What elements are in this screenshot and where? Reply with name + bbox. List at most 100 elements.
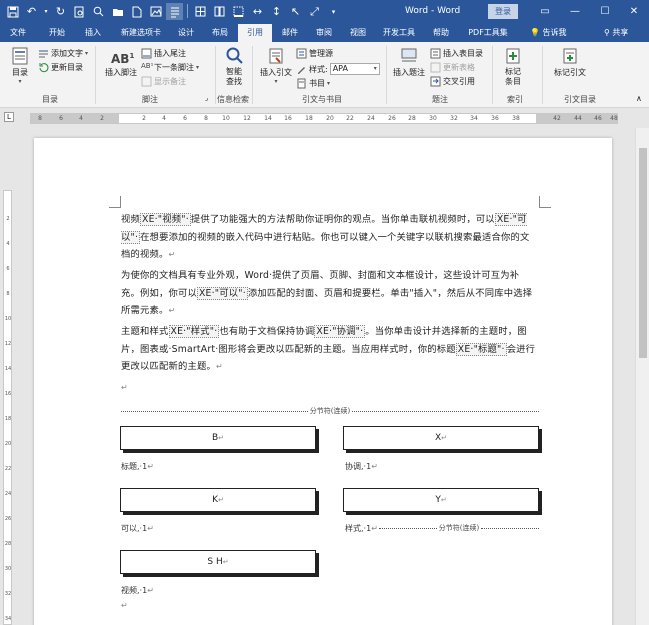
bibliography-label: 书目 bbox=[309, 79, 325, 88]
chevron-down-icon: ▾ bbox=[373, 65, 377, 72]
tab-new[interactable]: 新建选项卡 bbox=[112, 24, 170, 42]
tab-references[interactable]: 引用 bbox=[238, 24, 272, 42]
columns-icon[interactable] bbox=[211, 3, 228, 20]
document-page[interactable]: 视频 XE·"视频"· 提供了功能强大的方法帮助你证明你的观点。当你单击联机视频时，… bbox=[34, 138, 612, 625]
vertical-scrollbar[interactable] bbox=[635, 128, 649, 625]
open-icon[interactable] bbox=[109, 3, 126, 20]
cross-reference-button[interactable]: 交叉引用 bbox=[430, 76, 475, 87]
redo-icon[interactable]: ↻ bbox=[52, 3, 69, 20]
index-heading-box[interactable]: S H↵ bbox=[120, 550, 316, 574]
dialog-launcher-icon[interactable]: ⌟ bbox=[205, 94, 208, 102]
print-preview-icon[interactable] bbox=[71, 3, 88, 20]
mark-citation-button[interactable]: 标记引文 bbox=[552, 46, 588, 78]
format-icon[interactable] bbox=[166, 3, 183, 20]
ruler-number: 26 bbox=[4, 516, 12, 522]
width-icon[interactable]: ↔ bbox=[249, 3, 266, 20]
group-label-toa: 引文目录 bbox=[564, 95, 596, 104]
close-icon[interactable]: ✕ bbox=[619, 0, 649, 24]
customize-qat-icon[interactable]: ▾ bbox=[325, 3, 342, 20]
tab-file[interactable]: 文件 bbox=[3, 24, 33, 42]
tab-insert[interactable]: 插入 bbox=[76, 24, 110, 42]
ruler-number: 2 bbox=[6, 216, 10, 222]
bibliography-icon bbox=[297, 78, 306, 89]
toc-button[interactable]: 目录 ▾ bbox=[6, 46, 34, 85]
mark-citation-label: 标记引文 bbox=[554, 68, 586, 77]
ruler-number: 10 bbox=[4, 316, 12, 322]
save-icon[interactable] bbox=[4, 3, 21, 20]
manage-sources-button[interactable]: 管理源 bbox=[296, 48, 333, 59]
tab-stop-selector[interactable]: L bbox=[4, 112, 14, 122]
tab-help[interactable]: 帮助 bbox=[424, 24, 458, 42]
gallery-icon[interactable] bbox=[147, 3, 164, 20]
tab-design[interactable]: 设计 bbox=[170, 24, 202, 42]
index-heading-box[interactable]: K↵ bbox=[120, 488, 316, 512]
paragraph-3[interactable]: 主题和样式 XE·"样式"· 也有助于文档保持协调 XE·"协调"· 。当你单击设计并选… bbox=[121, 323, 536, 376]
paragraph-1[interactable]: 视频 XE·"视频"· 提供了功能强大的方法帮助你证明你的观点。当你单击联机视频时，… bbox=[121, 211, 536, 264]
paragraph-mark: ↵ bbox=[371, 462, 378, 471]
update-table-button[interactable]: 更新表格 bbox=[430, 62, 475, 73]
minimize-icon[interactable]: — bbox=[560, 0, 590, 24]
insert-citation-button[interactable]: 插入引文 ▾ bbox=[258, 46, 294, 85]
undo-dropdown-icon[interactable]: ▾ bbox=[42, 3, 50, 20]
paragraph-2[interactable]: 为使你的文档具有专业外观，Word·提供了页眉、页脚、封面和文本框设计，这些设计… bbox=[121, 267, 536, 320]
ruler-number: 4 bbox=[6, 241, 10, 247]
insert-footnote-button[interactable]: AB1 插入脚注 bbox=[103, 46, 139, 78]
ribbon-display-options-icon[interactable]: ▭ bbox=[530, 0, 560, 24]
ruler-number: 6 bbox=[6, 266, 10, 272]
add-text-button[interactable]: 添加文字 ▾ bbox=[38, 48, 88, 59]
ruler-number: 14 bbox=[264, 115, 272, 122]
insert-table-of-figures-button[interactable]: 插入表目录 bbox=[430, 48, 483, 59]
insert-footnote-label: 插入脚注 bbox=[105, 68, 137, 77]
index-heading-box[interactable]: B↵ bbox=[120, 426, 316, 450]
paragraph-mark: ↵ bbox=[121, 601, 128, 610]
height-icon[interactable]: ↕ bbox=[268, 3, 285, 20]
login-button[interactable]: 登录 bbox=[488, 4, 518, 19]
border-icon[interactable] bbox=[230, 3, 247, 20]
tab-mailings[interactable]: 邮件 bbox=[274, 24, 306, 42]
add-text-label: 添加文字 bbox=[51, 49, 83, 58]
find-icon[interactable] bbox=[90, 3, 107, 20]
resize-icon[interactable]: ⤢ bbox=[306, 3, 323, 20]
insert-endnote-button[interactable]: 插入尾注 bbox=[141, 48, 186, 59]
new-doc-icon[interactable] bbox=[128, 3, 145, 20]
ruler-number: 34 bbox=[470, 115, 478, 122]
undo-icon[interactable]: ↶ bbox=[23, 3, 40, 20]
scrollbar-thumb[interactable] bbox=[639, 148, 647, 358]
tab-view[interactable]: 视图 bbox=[342, 24, 374, 42]
paragraph-mark: ↵ bbox=[218, 496, 224, 504]
maximize-icon[interactable]: ☐ bbox=[590, 0, 620, 24]
index-heading-box[interactable]: Y↵ bbox=[343, 488, 539, 512]
tab-layout[interactable]: 布局 bbox=[204, 24, 236, 42]
tab-review[interactable]: 审阅 bbox=[308, 24, 340, 42]
mark-entry-button[interactable]: 标记条目 bbox=[498, 46, 528, 87]
table-icon[interactable] bbox=[192, 3, 209, 20]
tab-home[interactable]: 开始 bbox=[40, 24, 74, 42]
ruler-number: 44 bbox=[574, 115, 582, 122]
horizontal-ruler[interactable]: L 8 6 4 2 2 4 6 8 10 12 14 16 18 20 22 2… bbox=[0, 108, 649, 128]
ruler-number: 8 bbox=[204, 115, 208, 122]
tab-developer[interactable]: 开发工具 bbox=[376, 24, 422, 42]
collapse-ribbon-icon[interactable]: ∧ bbox=[636, 94, 642, 103]
smart-lookup-button[interactable]: 智能查找 bbox=[219, 46, 249, 87]
share-button[interactable]: ⚲ 共享 bbox=[604, 24, 628, 42]
section-break-line bbox=[481, 527, 539, 529]
index-entry-text: 样式,·1 bbox=[345, 524, 372, 533]
paragraph-mark: ↵ bbox=[222, 558, 229, 566]
group-label-citations: 引文与书目 bbox=[302, 95, 342, 104]
index-heading-box[interactable]: X↵ bbox=[343, 426, 539, 450]
select-icon[interactable]: ↖ bbox=[287, 3, 304, 20]
manage-sources-icon bbox=[296, 48, 307, 59]
vertical-ruler[interactable]: 2 4 6 8 10 12 14 16 18 20 22 24 26 28 30… bbox=[0, 130, 14, 625]
tell-me-search[interactable]: 💡 告诉我 bbox=[530, 24, 567, 42]
tell-me-label: 告诉我 bbox=[542, 28, 567, 37]
insert-caption-button[interactable]: 插入题注 bbox=[390, 46, 428, 78]
ruler-number: 22 bbox=[4, 466, 12, 472]
style-dropdown[interactable]: APA ▾ bbox=[329, 63, 380, 75]
group-label-toc: 目录 bbox=[42, 95, 58, 104]
tab-pdf-tools[interactable]: PDF工具集 bbox=[460, 24, 516, 42]
update-toc-button[interactable]: 更新目录 bbox=[38, 62, 83, 73]
show-notes-button[interactable]: 显示备注 bbox=[141, 76, 186, 87]
bibliography-button[interactable]: 书目 ▾ bbox=[296, 78, 330, 89]
ruler-number: 26 bbox=[388, 115, 396, 122]
next-footnote-button[interactable]: AB¹ 下一条脚注 ▾ bbox=[141, 62, 199, 73]
